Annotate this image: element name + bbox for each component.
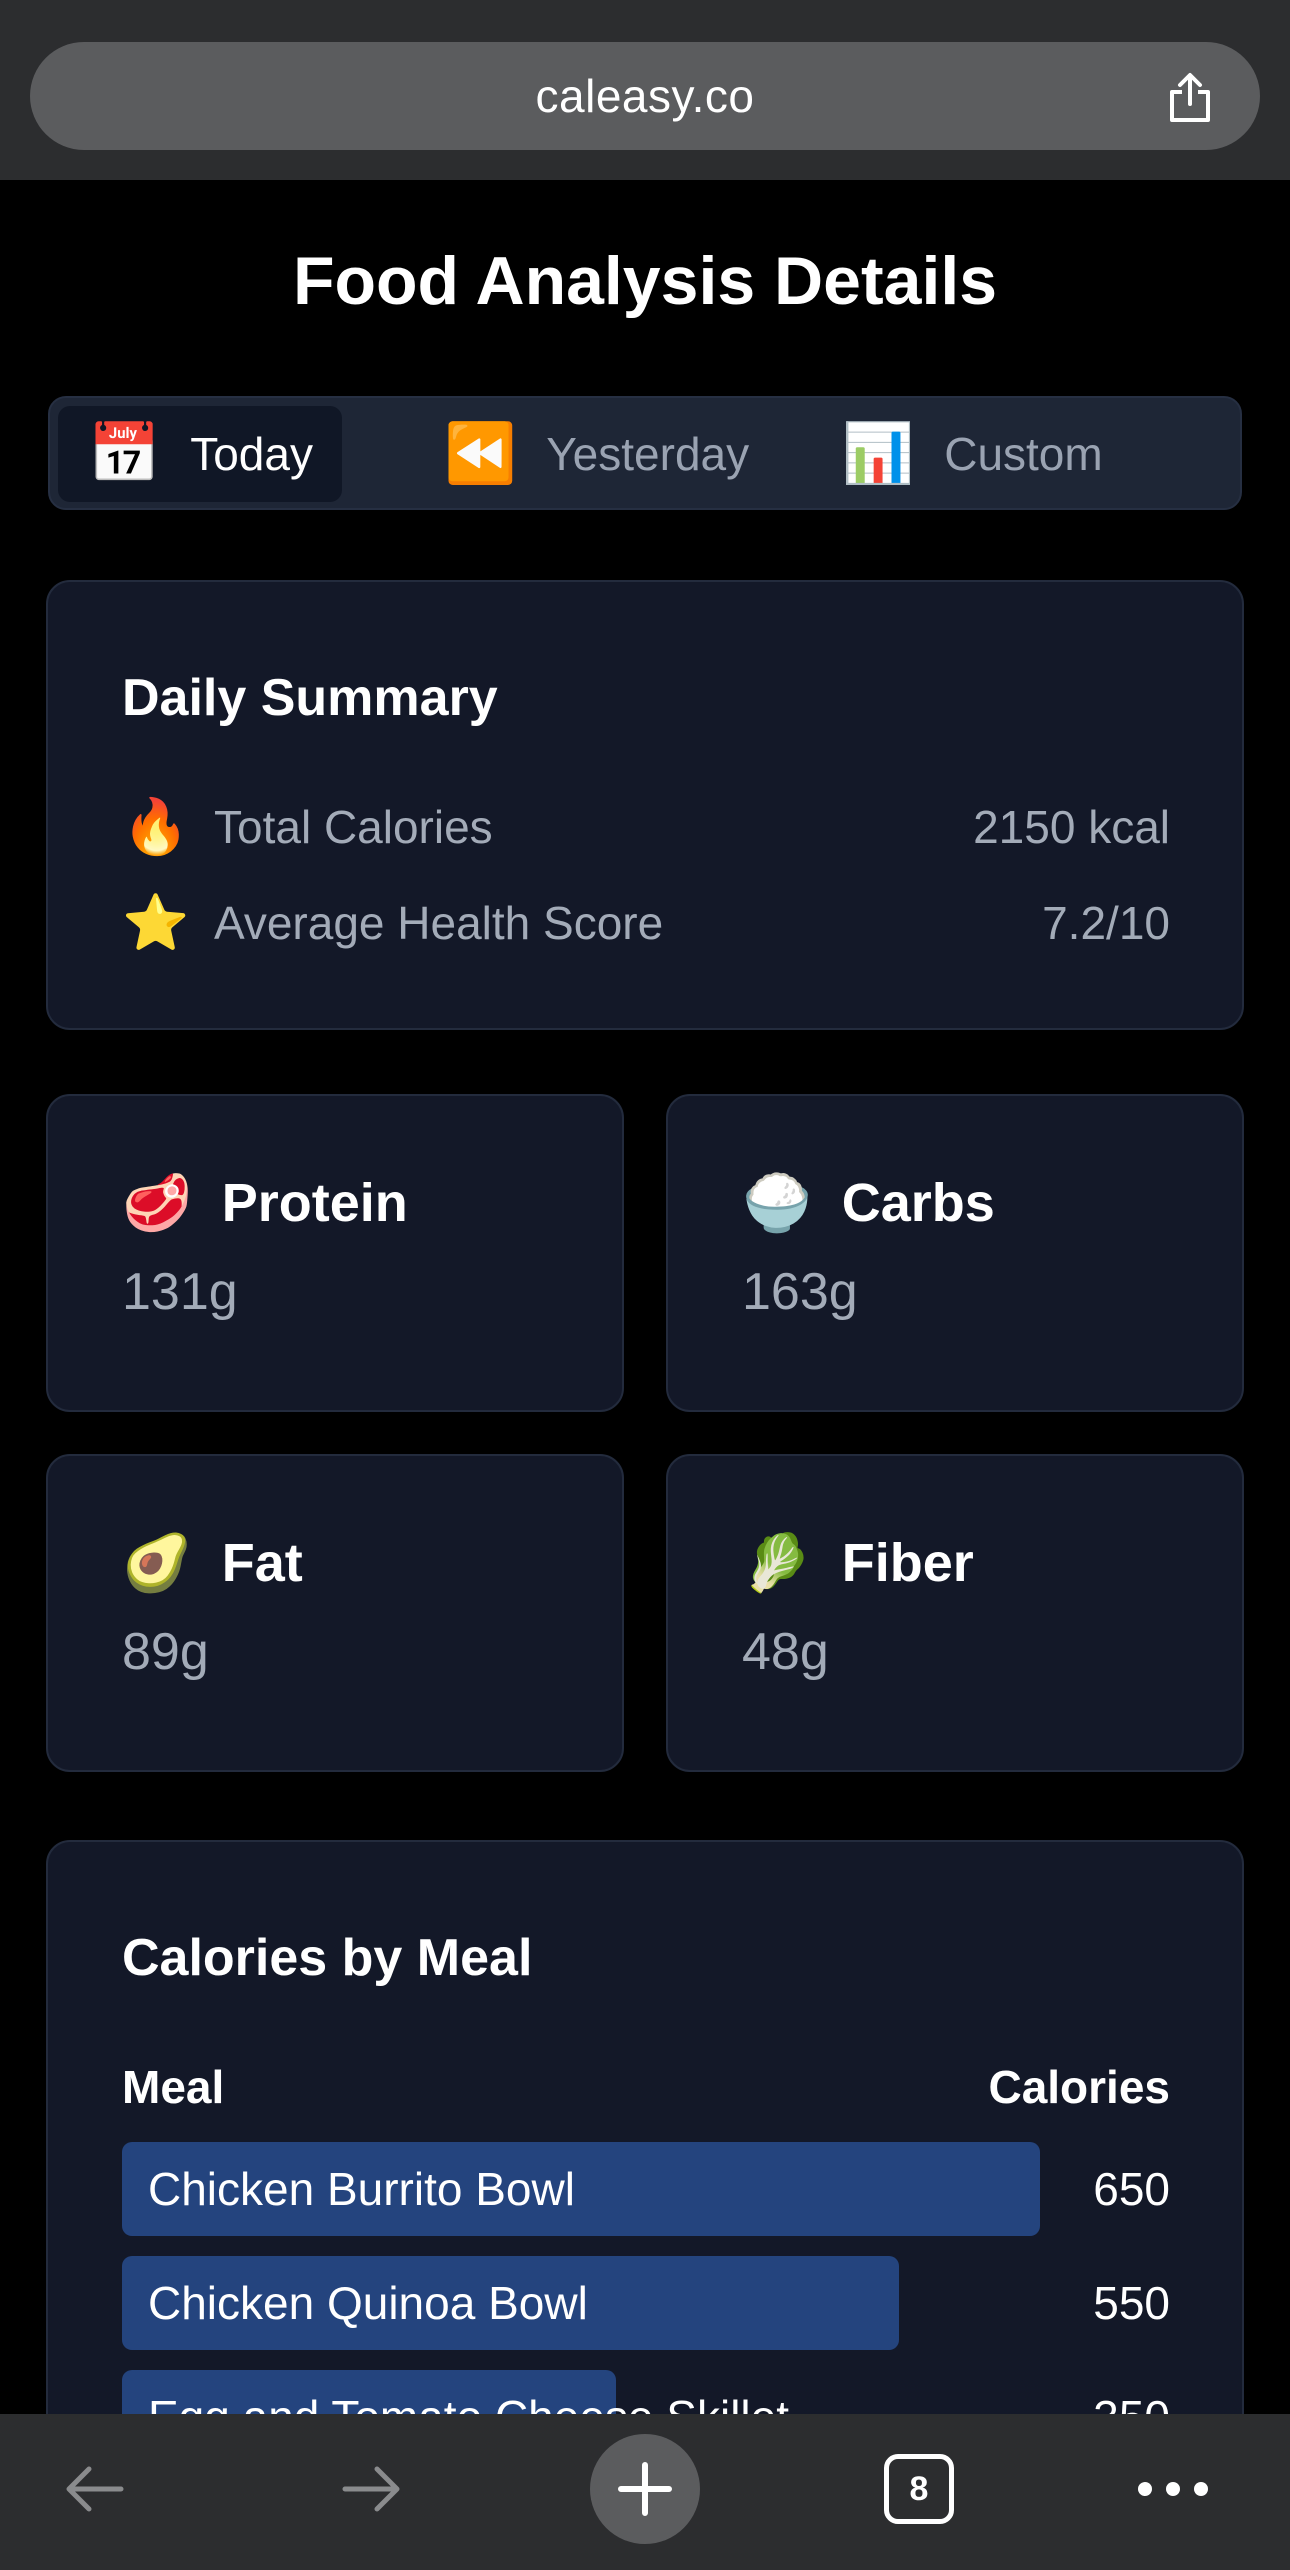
meal-row: Egg and Tomato Cheese Skillet 350 (122, 2370, 1170, 2414)
macro-name: Fiber (841, 1533, 974, 1593)
page-title: Food Analysis Details (292, 243, 998, 319)
back-button[interactable] (40, 2434, 150, 2544)
plus-icon (618, 2462, 672, 2516)
macro-value: 163g (742, 1263, 858, 1321)
macro-value: 48g (742, 1623, 829, 1681)
more-button[interactable] (1118, 2434, 1228, 2544)
health-score-label: Average Health Score (214, 897, 664, 949)
meal-name: Egg and Tomato Cheese Skillet (148, 2370, 789, 2414)
bar-chart-icon: 📊 (842, 421, 915, 486)
browser-top-bar: caleasy.co (0, 0, 1290, 180)
total-calories-label: Total Calories (214, 801, 493, 853)
address-bar[interactable]: caleasy.co (30, 42, 1260, 150)
new-tab-button[interactable] (590, 2434, 700, 2544)
macro-name: Fat (221, 1533, 303, 1593)
fire-icon: 🔥 (122, 796, 190, 857)
meal-column-header: Meal (122, 2061, 225, 2113)
url-text: caleasy.co (535, 70, 755, 122)
tab-label: Custom (944, 428, 1103, 480)
rice-icon: 🍚 (742, 1171, 812, 1234)
macro-card-carbs: 🍚 Carbs 163g (666, 1094, 1244, 1412)
macro-card-fat: 🥑 Fat 89g (46, 1454, 624, 1772)
date-range-tabs: 📅 Today ⏪ Yesterday 📊 Custom (48, 396, 1242, 510)
browser-bottom-bar: 8 (0, 2414, 1290, 2570)
tab-today[interactable]: 📅 Today (58, 406, 342, 502)
health-score-value: 7.2/10 (1042, 897, 1170, 949)
summary-title: Daily Summary (122, 669, 498, 727)
meal-card-title: Calories by Meal (122, 1929, 533, 1987)
meal-table-header: Meal Calories (122, 2060, 1170, 2114)
page-content: Food Analysis Details 📅 Today ⏪ Yesterda… (0, 180, 1290, 2414)
leafy-green-icon: 🥬 (742, 1531, 812, 1594)
star-icon: ⭐ (122, 892, 190, 953)
macro-value: 89g (122, 1623, 209, 1681)
share-icon[interactable] (1162, 70, 1218, 126)
meal-row: Chicken Quinoa Bowl 550 (122, 2256, 1170, 2350)
tab-count: 8 (884, 2454, 954, 2524)
macro-name: Protein (221, 1173, 408, 1233)
tabs-button[interactable]: 8 (864, 2434, 974, 2544)
total-calories-value: 2150 kcal (973, 801, 1170, 853)
tab-yesterday[interactable]: ⏪ Yesterday (380, 406, 760, 502)
meal-calories: 650 (1093, 2163, 1170, 2215)
daily-summary-card: Daily Summary 🔥 Total Calories 2150 kcal… (46, 580, 1244, 1030)
macro-name: Carbs (841, 1173, 995, 1233)
calories-column-header: Calories (988, 2061, 1170, 2113)
meal-name: Chicken Quinoa Bowl (148, 2277, 588, 2329)
macro-card-fiber: 🥬 Fiber 48g (666, 1454, 1244, 1772)
meal-name: Chicken Burrito Bowl (148, 2163, 575, 2215)
total-calories-row: 🔥 Total Calories 2150 kcal (122, 792, 1170, 862)
macro-card-protein: 🥩 Protein 131g (46, 1094, 624, 1412)
arrow-right-icon (342, 2466, 400, 2512)
more-dots-icon (1138, 2482, 1208, 2496)
health-score-row: ⭐ Average Health Score 7.2/10 (122, 888, 1170, 958)
rewind-icon: ⏪ (444, 421, 517, 486)
arrow-left-icon (66, 2466, 124, 2512)
calendar-icon: 📅 (88, 421, 161, 486)
tab-label: Yesterday (546, 428, 750, 480)
meal-calories: 350 (1093, 2370, 1170, 2414)
forward-button[interactable] (316, 2434, 426, 2544)
tab-custom[interactable]: 📊 Custom (772, 406, 1132, 502)
meat-icon: 🥩 (122, 1171, 192, 1234)
meal-calories: 550 (1093, 2277, 1170, 2329)
meal-row: Chicken Burrito Bowl 650 (122, 2142, 1170, 2236)
tab-label: Today (190, 428, 313, 480)
calories-by-meal-card: Calories by Meal Meal Calories Chicken B… (46, 1840, 1244, 2414)
avocado-icon: 🥑 (122, 1531, 192, 1594)
macro-value: 131g (122, 1263, 238, 1321)
